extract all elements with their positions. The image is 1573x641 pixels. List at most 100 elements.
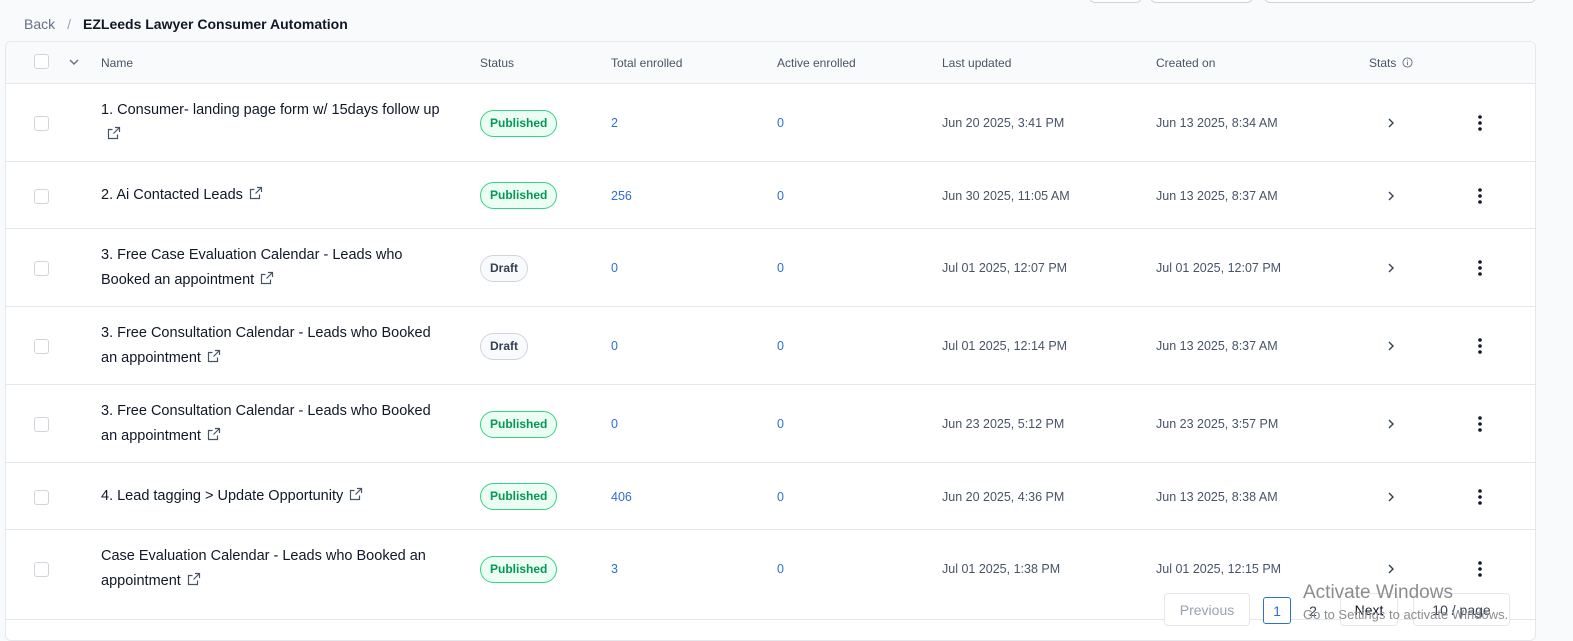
status-badge: Draft xyxy=(480,332,529,360)
last-updated-value: Jun 20 2025, 4:36 PM xyxy=(942,489,1065,504)
table-row[interactable]: 2. Ai Contacted Leads Published 256 0 Jun 30… xyxy=(6,162,1535,229)
table-row[interactable]: 1. Consumer- landing page form w/ 15days… xyxy=(6,84,1535,162)
external-link-icon[interactable] xyxy=(207,427,221,441)
header-created-on[interactable]: Created on xyxy=(1156,56,1215,70)
top-bar: Back / EZLeeds Lawyer Consumer Automatio… xyxy=(0,0,1573,42)
more-options-icon[interactable] xyxy=(1472,488,1488,506)
row-checkbox[interactable] xyxy=(34,417,49,432)
row-checkbox[interactable] xyxy=(34,261,49,276)
workflow-name-text[interactable]: 3. Free Consultation Calendar - Leads wh… xyxy=(101,325,431,366)
table-row[interactable]: 4. Lead tagging > Update Opportunity Publ… xyxy=(6,463,1535,530)
more-options-icon[interactable] xyxy=(1472,187,1488,205)
external-link-icon[interactable] xyxy=(249,186,263,200)
external-link-icon[interactable] xyxy=(107,126,121,140)
workflow-name-text[interactable]: 4. Lead tagging > Update Opportunity xyxy=(101,488,343,504)
status-badge: Published xyxy=(480,182,558,209)
external-link-icon[interactable] xyxy=(207,349,221,363)
last-updated-value: Jul 01 2025, 12:07 PM xyxy=(942,261,1068,275)
status-badge: Published xyxy=(480,555,558,583)
page-1-button[interactable]: 1 xyxy=(1263,597,1291,624)
active-enrolled-value[interactable]: 0 xyxy=(777,417,784,431)
row-checkbox[interactable] xyxy=(34,489,49,505)
back-link[interactable]: Back xyxy=(24,16,55,32)
more-options-icon[interactable] xyxy=(1472,259,1488,277)
more-options-icon[interactable] xyxy=(1472,415,1488,433)
page-2-button[interactable]: 2 xyxy=(1299,597,1327,624)
active-enrolled-value[interactable]: 0 xyxy=(777,189,784,203)
external-link-icon[interactable] xyxy=(187,572,201,586)
row-checkbox[interactable] xyxy=(34,116,49,131)
created-on-value: Jun 23 2025, 3:57 PM xyxy=(1156,417,1279,431)
external-link-icon[interactable] xyxy=(260,271,274,285)
row-checkbox[interactable] xyxy=(34,188,49,204)
chevron-right-icon[interactable] xyxy=(1384,562,1398,576)
active-enrolled-value[interactable]: 0 xyxy=(777,562,784,576)
select-all-checkbox[interactable] xyxy=(34,54,49,69)
workflow-name[interactable]: 3. Free Consultation Calendar - Leads wh… xyxy=(101,399,446,449)
total-enrolled-value[interactable]: 406 xyxy=(611,490,632,504)
last-updated-value: Jul 01 2025, 12:14 PM xyxy=(942,339,1068,353)
more-options-icon[interactable] xyxy=(1472,114,1488,132)
toolbar-button-1[interactable] xyxy=(1089,0,1142,3)
header-stats: Stats xyxy=(1369,56,1413,70)
page-size-select[interactable]: 10 / page xyxy=(1413,593,1510,626)
previous-button[interactable]: Previous xyxy=(1164,593,1250,626)
active-enrolled-value[interactable]: 0 xyxy=(777,261,784,275)
status-badge: Published xyxy=(480,483,558,510)
table-row[interactable]: 3. Free Consultation Calendar - Leads wh… xyxy=(6,385,1535,463)
last-updated-value: Jun 30 2025, 11:05 AM xyxy=(942,188,1070,203)
toolbar-toggle-group[interactable] xyxy=(1150,0,1253,3)
workflow-name[interactable]: 4. Lead tagging > Update Opportunity xyxy=(101,484,446,509)
header-active-enrolled[interactable]: Active enrolled xyxy=(777,56,856,70)
row-checkbox[interactable] xyxy=(34,339,49,354)
workflow-name[interactable]: 3. Free Consultation Calendar - Leads wh… xyxy=(101,321,446,371)
chevron-right-icon[interactable] xyxy=(1384,490,1398,504)
active-enrolled-value[interactable]: 0 xyxy=(777,490,784,504)
header-name[interactable]: Name xyxy=(101,56,133,70)
active-enrolled-value[interactable]: 0 xyxy=(777,116,784,130)
chevron-right-icon[interactable] xyxy=(1384,189,1398,203)
chevron-right-icon[interactable] xyxy=(1384,339,1398,353)
chevron-down-icon[interactable] xyxy=(67,55,81,69)
next-button[interactable]: Next xyxy=(1340,593,1398,626)
total-enrolled-value[interactable]: 0 xyxy=(611,261,618,275)
total-enrolled-value[interactable]: 3 xyxy=(611,562,618,576)
workflow-name-text[interactable]: 3. Free Consultation Calendar - Leads wh… xyxy=(101,403,431,444)
workflow-name[interactable]: 3. Free Case Evaluation Calendar - Leads… xyxy=(101,243,446,293)
created-on-value: Jul 01 2025, 12:07 PM xyxy=(1156,261,1282,275)
workflow-name[interactable]: 2. Ai Contacted Leads xyxy=(101,183,446,208)
total-enrolled-value[interactable]: 256 xyxy=(611,189,632,203)
breadcrumb: Back / EZLeeds Lawyer Consumer Automatio… xyxy=(24,16,348,32)
header-total-enrolled[interactable]: Total enrolled xyxy=(611,56,682,70)
info-icon[interactable] xyxy=(1402,57,1413,68)
workflow-name-text[interactable]: 1. Consumer- landing page form w/ 15days… xyxy=(101,102,440,118)
table-row[interactable]: 3. Free Consultation Calendar - Leads wh… xyxy=(6,307,1535,385)
last-updated-value: Jun 20 2025, 3:41 PM xyxy=(942,116,1065,130)
total-enrolled-value[interactable]: 0 xyxy=(611,339,618,353)
status-badge: Draft xyxy=(480,254,529,282)
workflow-name[interactable]: 1. Consumer- landing page form w/ 15days… xyxy=(101,98,446,148)
header-status[interactable]: Status xyxy=(480,56,514,70)
total-enrolled-value[interactable]: 2 xyxy=(611,116,618,130)
more-options-icon[interactable] xyxy=(1472,337,1488,355)
active-enrolled-value[interactable]: 0 xyxy=(777,339,784,353)
workflow-name-text[interactable]: Case Evaluation Calendar - Leads who Boo… xyxy=(101,548,426,589)
chevron-right-icon[interactable] xyxy=(1384,417,1398,431)
chevron-right-icon[interactable] xyxy=(1384,261,1398,275)
search-input[interactable] xyxy=(1264,0,1536,3)
breadcrumb-separator: / xyxy=(67,16,72,32)
total-enrolled-value[interactable]: 0 xyxy=(611,417,618,431)
created-on-value: Jun 13 2025, 8:38 AM xyxy=(1156,489,1278,504)
workflow-name[interactable]: Case Evaluation Calendar - Leads who Boo… xyxy=(101,544,446,594)
status-badge: Published xyxy=(480,410,558,438)
row-checkbox[interactable] xyxy=(34,562,49,577)
more-options-icon[interactable] xyxy=(1472,560,1488,578)
workflow-name-text[interactable]: 2. Ai Contacted Leads xyxy=(101,187,243,203)
table-row[interactable]: 3. Free Case Evaluation Calendar - Leads… xyxy=(6,229,1535,307)
chevron-right-icon[interactable] xyxy=(1384,116,1398,130)
external-link-icon[interactable] xyxy=(349,487,363,501)
header-stats-label: Stats xyxy=(1369,56,1397,70)
created-on-value: Jun 13 2025, 8:37 AM xyxy=(1156,188,1278,203)
workflow-name-text[interactable]: 3. Free Case Evaluation Calendar - Leads… xyxy=(101,247,402,288)
header-last-updated[interactable]: Last updated xyxy=(942,56,1011,70)
